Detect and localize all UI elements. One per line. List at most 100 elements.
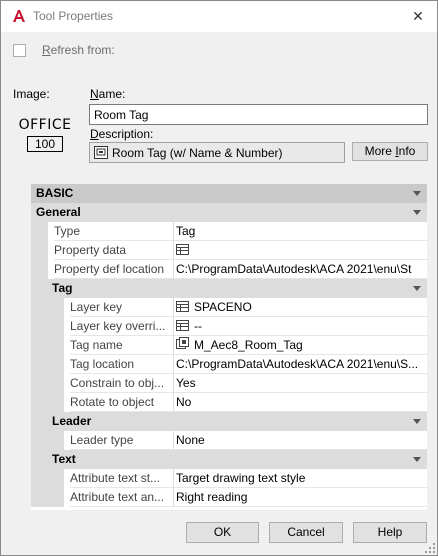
preview-number: 100: [27, 136, 63, 152]
row-indent: [31, 317, 64, 336]
property-name: Tag location: [70, 355, 173, 374]
row-indent: [31, 469, 64, 488]
close-icon: ✕: [412, 8, 424, 24]
property-name: Rotate to object: [70, 393, 173, 412]
row-indent: [31, 241, 48, 260]
property-name: Tag name: [70, 336, 173, 355]
property-row[interactable]: Rotate to object No: [31, 393, 427, 412]
section-header-basic[interactable]: BASIC: [31, 184, 427, 203]
refresh-from-label: Refresh from:: [42, 43, 115, 57]
help-button[interactable]: Help: [353, 522, 427, 543]
group-title: Leader: [52, 414, 92, 428]
ok-button[interactable]: OK: [186, 522, 259, 543]
property-row[interactable]: Tag name M_Aec8_Room_Tag: [31, 336, 427, 355]
group-header-tag[interactable]: Tag: [31, 279, 427, 298]
row-indent: [31, 355, 64, 374]
block-icon: [176, 337, 194, 352]
group-header-general[interactable]: General: [31, 203, 427, 222]
property-value[interactable]: No: [173, 393, 427, 412]
title-bar: Tool Properties ✕: [1, 1, 437, 32]
property-value-text: SPACENO: [194, 300, 252, 314]
property-value-text: Target drawing text style: [176, 471, 306, 485]
cancel-button[interactable]: Cancel: [269, 522, 343, 543]
property-name: Layer key: [70, 298, 173, 317]
property-value[interactable]: --: [173, 317, 427, 336]
description-label: Description:: [90, 127, 154, 141]
property-value-text: None: [176, 433, 205, 447]
group-header-text[interactable]: Text: [31, 450, 427, 469]
property-value[interactable]: M_Aec8_Room_Tag: [173, 336, 427, 355]
property-value-text: Tag: [176, 224, 196, 238]
close-button[interactable]: ✕: [409, 7, 427, 25]
row-indent: [31, 336, 64, 355]
property-name: Attribute text an...: [70, 488, 173, 507]
chevron-down-icon: [413, 419, 421, 424]
property-name: Property def location: [54, 260, 173, 279]
property-grid: BASIC General Type Tag Property data Property…: [31, 184, 427, 510]
property-value[interactable]: C:\ProgramData\Autodesk\ACA 2021\enu\S..…: [173, 355, 427, 374]
table-icon: [176, 243, 194, 257]
row-indent: [31, 298, 64, 317]
name-label: Name:: [90, 87, 126, 101]
property-value[interactable]: SPACENO: [173, 298, 427, 317]
property-name: Property data: [54, 241, 173, 260]
chevron-down-icon: [413, 210, 421, 215]
chevron-down-icon: [413, 457, 421, 462]
property-name: Layer key overri...: [70, 317, 173, 336]
window-title: Tool Properties: [33, 9, 114, 23]
property-value-text: M_Aec8_Room_Tag: [194, 338, 303, 352]
table-icon: [176, 319, 194, 333]
chevron-down-icon: [413, 286, 421, 291]
property-value[interactable]: Yes: [173, 374, 427, 393]
group-header-leader[interactable]: Leader: [31, 412, 427, 431]
property-name: Constrain to obj...: [70, 374, 173, 393]
property-row[interactable]: Attribute text st... Target drawing text …: [31, 469, 427, 488]
property-value[interactable]: [173, 241, 427, 260]
tool-icon: [94, 146, 108, 159]
property-value[interactable]: C:\ProgramData\Autodesk\ACA 2021\enu\St: [173, 260, 427, 279]
property-row[interactable]: Property data: [31, 241, 427, 260]
description-field[interactable]: Room Tag (w/ Name & Number): [89, 142, 345, 163]
property-value[interactable]: Tag: [173, 222, 427, 241]
property-name: Attribute text st...: [70, 469, 173, 488]
property-name: Leader type: [70, 431, 173, 450]
row-indent: [31, 260, 48, 279]
property-value-text: --: [194, 319, 202, 333]
group-title: Tag: [52, 281, 73, 295]
property-value[interactable]: Right reading: [173, 488, 427, 507]
section-title: BASIC: [36, 186, 74, 200]
table-icon: [176, 300, 194, 314]
group-title: Text: [52, 452, 76, 466]
property-row[interactable]: Type Tag: [31, 222, 427, 241]
resize-grip-icon[interactable]: [425, 543, 435, 553]
description-value: Room Tag (w/ Name & Number): [112, 146, 283, 160]
tool-properties-dialog: Tool Properties ✕ Refresh from: Image: O…: [0, 0, 438, 556]
row-indent: [31, 431, 64, 450]
chevron-down-icon: [413, 191, 421, 196]
property-value-text: C:\ProgramData\Autodesk\ACA 2021\enu\S..…: [176, 357, 419, 371]
property-value[interactable]: None: [173, 431, 427, 450]
property-value-text: Right reading: [176, 490, 248, 504]
property-row[interactable]: Tag location C:\ProgramData\Autodesk\ACA …: [31, 355, 427, 374]
property-name: Type: [54, 222, 173, 241]
row-indent: [31, 374, 64, 393]
property-value-text: No: [176, 395, 192, 409]
row-indent: [31, 393, 64, 412]
property-row[interactable]: Property def location C:\ProgramData\Auto…: [31, 260, 427, 279]
property-value[interactable]: Target drawing text style: [173, 469, 427, 488]
tool-image-preview: OFFICE 100: [17, 117, 73, 155]
more-info-button[interactable]: More Info: [352, 142, 428, 161]
property-row[interactable]: Constrain to obj... Yes: [31, 374, 427, 393]
refresh-from-checkbox[interactable]: [13, 44, 26, 57]
name-input[interactable]: [89, 104, 428, 125]
image-label: Image:: [13, 87, 50, 101]
property-row[interactable]: Leader type None: [31, 431, 427, 450]
property-row[interactable]: Layer key SPACENO: [31, 298, 427, 317]
row-indent: [31, 222, 48, 241]
property-value-text: Yes: [176, 376, 196, 390]
property-row[interactable]: Attribute text an... Right reading: [31, 488, 427, 507]
preview-word: OFFICE: [18, 117, 72, 133]
autocad-a-icon: [13, 10, 25, 22]
property-row[interactable]: Layer key overri... --: [31, 317, 427, 336]
group-title: General: [36, 205, 81, 219]
